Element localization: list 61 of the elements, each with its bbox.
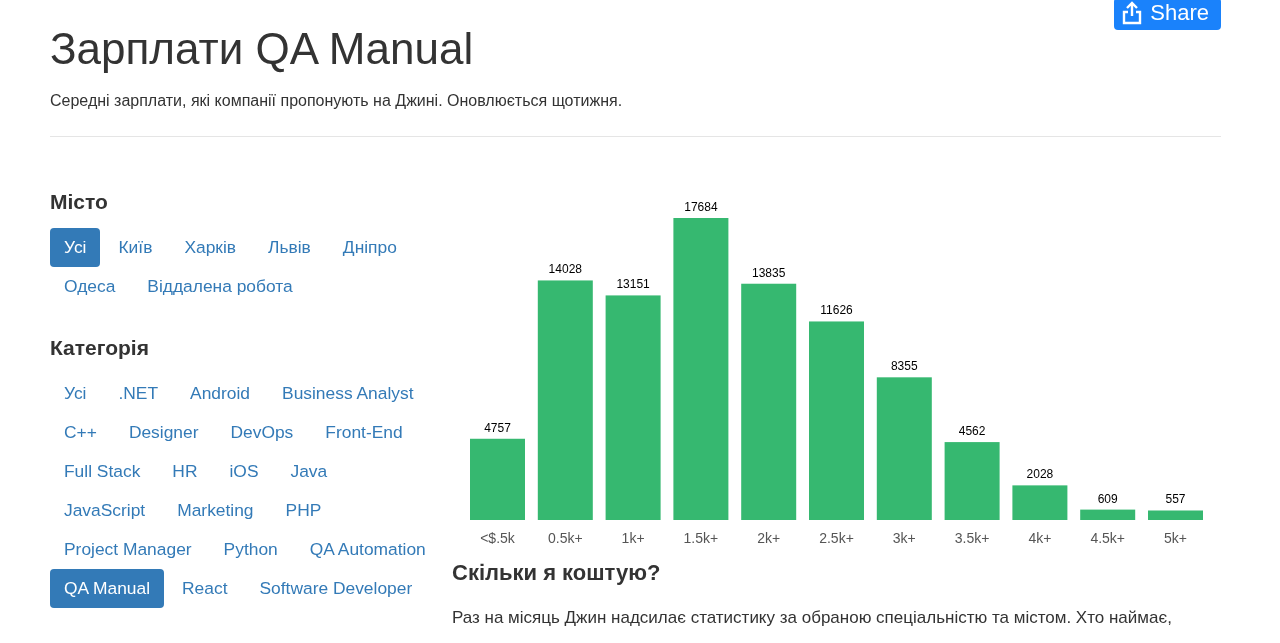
value-label: 609 [1097, 491, 1118, 506]
value-label: 11626 [820, 303, 853, 318]
filter-link[interactable]: JavaScript [50, 491, 160, 530]
axis-label: 4.5k+ [1090, 530, 1125, 546]
value-label: 8355 [890, 359, 918, 374]
value-label: 13835 [752, 265, 786, 280]
axis-label: 2.5k+ [819, 530, 854, 546]
filter-link[interactable]: Дніпро [328, 228, 411, 267]
bar [1012, 485, 1068, 520]
share-icon [1122, 1, 1143, 25]
page-title: Зарплати QA Manual [50, 23, 474, 74]
filter-link[interactable]: PHP [271, 491, 336, 530]
page-subtitle: Середні зарплати, які компанії пропонують на Джині. Оновлюється щотижня. [50, 91, 624, 111]
value-label: 4562 [958, 424, 986, 439]
filter-link[interactable]: HR [158, 452, 212, 491]
value-label: 557 [1165, 492, 1186, 507]
filter-link[interactable]: Marketing [163, 491, 268, 530]
filter-link[interactable]: Front-End [311, 413, 417, 452]
filter-heading: Місто [50, 189, 109, 215]
bar [1148, 510, 1203, 520]
filter-link[interactable]: Київ [104, 228, 167, 267]
value-label: 13151 [616, 277, 650, 292]
section-heading: Скільки я коштую? [452, 559, 662, 587]
axis-label: 1.5k+ [683, 530, 719, 546]
filter-link[interactable]: Харків [170, 228, 251, 267]
filter-link[interactable]: Одеса [50, 267, 130, 306]
filter-link[interactable]: Усі [50, 374, 101, 413]
filter-link[interactable]: React [168, 569, 242, 608]
filter-link[interactable]: Java [276, 452, 342, 491]
value-label: 4757 [484, 420, 511, 435]
filter-link[interactable]: C++ [50, 413, 111, 452]
filter-link[interactable]: Віддалена робота [133, 267, 307, 306]
filter-link[interactable]: Project Manager [50, 530, 206, 569]
axis-label: 5k+ [1164, 530, 1187, 546]
axis-label: 3.5k+ [954, 530, 990, 546]
filter-link[interactable]: QA Manual [50, 569, 165, 608]
filter-link[interactable]: Full Stack [50, 452, 155, 491]
filter-link[interactable]: Business Analyst [268, 374, 428, 413]
axis-label: <$.5k [480, 530, 515, 546]
value-label: 2028 [1026, 467, 1054, 482]
axis-label: 1k+ [621, 530, 645, 546]
section-text: Раз на місяць Джин надсилає статистику за обраною спеціальністю та містом. Хто наймає, [452, 607, 1173, 629]
filter-link[interactable]: Designer [114, 413, 213, 452]
axis-label: 2k+ [757, 530, 781, 546]
bar [1080, 509, 1136, 520]
share-button[interactable]: Share [1114, 0, 1221, 30]
value-label: 14028 [548, 262, 582, 277]
filter-link[interactable]: Python [209, 530, 292, 569]
filter-link[interactable]: Android [176, 374, 265, 413]
filter-link[interactable]: iOS [215, 452, 273, 491]
filter-link[interactable]: QA Automation [295, 530, 440, 569]
filter-link[interactable]: .NET [104, 374, 173, 413]
filter-link[interactable]: Львів [254, 228, 325, 267]
filter-link[interactable]: DevOps [216, 413, 308, 452]
axis-label: 3k+ [892, 530, 916, 546]
value-label: 17684 [684, 200, 718, 214]
filter-link[interactable]: Усі [50, 228, 101, 267]
filter-link[interactable]: Software Developer [245, 569, 427, 608]
filter-heading: Категорія [50, 335, 150, 361]
axis-label: 0.5k+ [548, 530, 583, 546]
axis-label: 4k+ [1028, 530, 1052, 546]
